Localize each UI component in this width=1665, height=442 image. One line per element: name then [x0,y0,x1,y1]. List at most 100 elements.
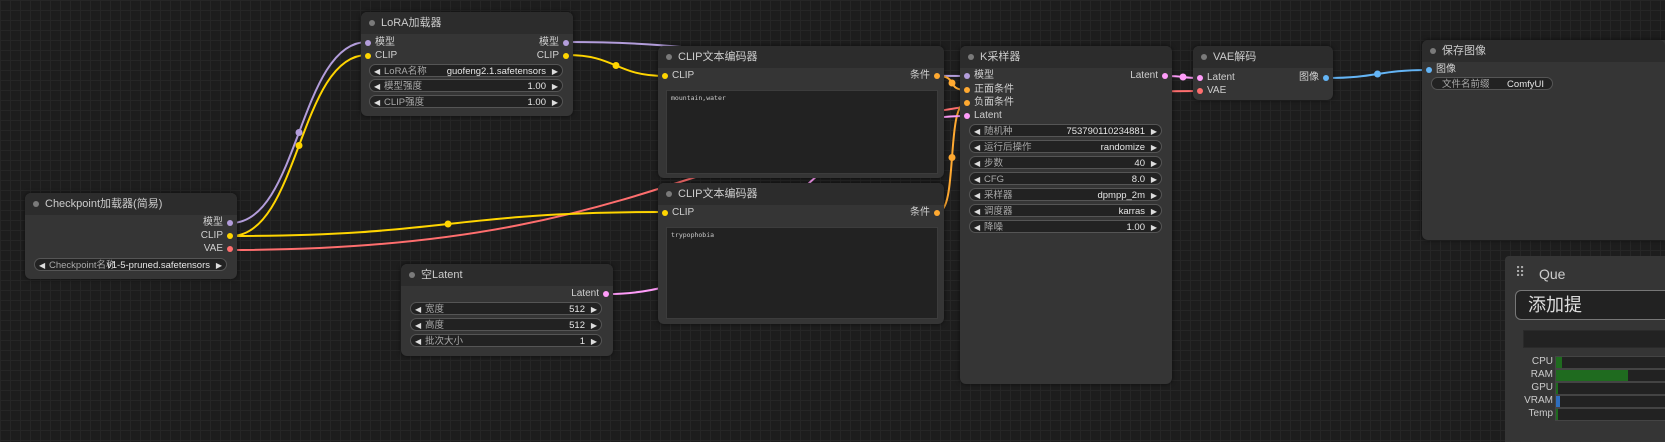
increment-arrow-icon: ▶ [215,261,222,270]
model-slot-dot [964,73,970,79]
increment-arrow-icon: ▶ [590,305,597,314]
decrement-arrow-icon: ◀ [374,67,381,76]
decrement-arrow-icon: ◀ [374,98,381,107]
prompt-textarea[interactable]: mountain,water [666,90,938,174]
ksampler-node[interactable]: K采样器 模型 Latent 正面条件 负面条件 Latent ◀ 随机种 7537… [960,46,1172,384]
add-prompt-button[interactable]: 添加提 [1515,290,1665,320]
clip-strength-widget[interactable]: ◀ CLIP强度 1.00 ▶ [369,95,563,108]
monitor-bar [1555,382,1665,395]
node-collapse-dot[interactable] [33,201,39,207]
seed-widget[interactable]: ◀ 随机种 753790110234881 ▶ [969,124,1162,137]
node-header: Checkpoint加载器(简易) [25,193,237,215]
input-slot-positive[interactable]: 正面条件 [960,83,1014,97]
widget-value: 753790110234881 [1066,126,1145,137]
output-slot-model[interactable]: 模型 [539,36,573,50]
node-collapse-dot[interactable] [1201,54,1207,60]
empty-latent-node[interactable]: 空Latent Latent ◀ 宽度 512 ▶ ◀ 高度 512 ▶ ◀ 批次大小 1 ▶ [401,264,613,356]
queue-field[interactable] [1523,330,1665,348]
widget-label: 宽度 [425,304,445,315]
queue-panel[interactable]: ⠿ Que 添加提 CPU RAM GPU VRAM Temp [1505,256,1665,442]
clip-slot-dot [365,53,371,59]
save-image-node[interactable]: 保存图像 图像 文件名前缀 ComfyUI [1422,40,1665,240]
input-slot-negative[interactable]: 负面条件 [960,96,1014,110]
link-midpoint-handle[interactable] [1374,70,1381,78]
link-midpoint-handle[interactable] [948,154,956,161]
filename-prefix-widget[interactable]: 文件名前缀 ComfyUI [1431,77,1553,90]
node-title: VAE解码 [1213,51,1257,63]
clip-slot-dot [662,210,668,216]
input-slot-clip[interactable]: CLIP [658,69,694,83]
output-slot-vae[interactable]: VAE [204,242,237,256]
lora-loader-node[interactable]: LoRA加载器 模型 模型 CLIP CLIP ◀ LoRA名称 guofeng2.… [361,12,573,116]
widget-label: Checkpoint名称 [49,260,116,271]
output-slot-clip[interactable]: CLIP [537,49,573,63]
widget-value: randomize [1100,142,1145,153]
widget-value: v1-5-pruned.safetensors [107,260,210,271]
clip-text-encoder-negative-node[interactable]: CLIP文本编码器 CLIP 条件 trypophobia [658,183,944,324]
decrement-arrow-icon: ◀ [415,337,422,346]
batch-size-widget[interactable]: ◀ 批次大小 1 ▶ [410,334,602,347]
scheduler-widget[interactable]: ◀ 调度器 karras ▶ [969,204,1162,217]
node-title: LoRA加载器 [381,17,442,29]
output-slot-latent[interactable]: Latent [571,287,613,301]
node-collapse-dot[interactable] [409,272,415,278]
input-slot-image[interactable]: 图像 [1422,63,1456,77]
latent-slot-dot [1197,75,1203,81]
node-collapse-dot[interactable] [666,54,672,60]
widget-label: CLIP强度 [384,97,425,108]
widget-label: LoRA名称 [384,66,427,77]
image-slot-dot [1426,67,1432,73]
output-slot-model[interactable]: 模型 [203,216,237,230]
vae-decode-node[interactable]: VAE解码 Latent 图像 VAE [1193,46,1333,100]
link-midpoint-handle[interactable] [948,79,956,87]
checkpoint-loader-node[interactable]: Checkpoint加载器(简易) 模型 CLIP VAE ◀ Checkpoin… [25,193,237,279]
conditioning-slot-dot [964,87,970,93]
decrement-arrow-icon: ◀ [974,143,981,152]
node-collapse-dot[interactable] [666,191,672,197]
link-midpoint-handle[interactable] [295,129,303,136]
increment-arrow-icon: ▶ [551,67,558,76]
checkpoint-name-widget[interactable]: ◀ Checkpoint名称 v1-5-pruned.safetensors ▶ [34,258,227,271]
node-collapse-dot[interactable] [968,54,974,60]
clip-text-encoder-positive-node[interactable]: CLIP文本编码器 CLIP 条件 mountain,water [658,46,944,178]
input-slot-latent[interactable]: Latent [1193,71,1235,85]
node-collapse-dot[interactable] [1430,48,1436,54]
decrement-arrow-icon: ◀ [974,159,981,168]
sampler-widget[interactable]: ◀ 采样器 dpmpp_2m ▶ [969,188,1162,201]
control-after-generate-widget[interactable]: ◀ 运行后操作 randomize ▶ [969,140,1162,153]
monitor-label: RAM [1530,369,1553,380]
input-slot-clip[interactable]: CLIP [361,49,397,63]
increment-arrow-icon: ▶ [1150,159,1157,168]
input-slot-model[interactable]: 模型 [960,69,994,83]
input-slot-vae[interactable]: VAE [1193,84,1226,98]
prompt-textarea[interactable]: trypophobia [666,227,938,319]
model-strength-widget[interactable]: ◀ 模型强度 1.00 ▶ [369,79,563,92]
link-midpoint-handle[interactable] [295,142,303,149]
cfg-widget[interactable]: ◀ CFG 8.0 ▶ [969,172,1162,185]
widget-value: 1.00 [527,81,547,92]
node-header: 空Latent [401,264,613,286]
conditioning-slot-dot [964,100,970,106]
output-slot-conditioning[interactable]: 条件 [910,206,944,220]
output-slot-clip[interactable]: CLIP [201,229,237,243]
width-widget[interactable]: ◀ 宽度 512 ▶ [410,302,602,315]
input-slot-latent[interactable]: Latent [960,109,1002,123]
decrement-arrow-icon: ◀ [974,191,981,200]
lora-name-widget[interactable]: ◀ LoRA名称 guofeng2.1.safetensors ▶ [369,64,563,77]
output-slot-image[interactable]: 图像 [1299,71,1333,85]
output-slot-latent[interactable]: Latent [1130,69,1172,83]
node-collapse-dot[interactable] [369,20,375,26]
input-slot-clip[interactable]: CLIP [658,206,694,220]
latent-slot-dot [1162,73,1168,79]
link-midpoint-handle[interactable] [444,220,452,228]
model-slot-dot [227,220,233,226]
height-widget[interactable]: ◀ 高度 512 ▶ [410,318,602,331]
node-title: K采样器 [980,51,1021,63]
link-midpoint-handle[interactable] [1179,73,1187,81]
link-midpoint-handle[interactable] [612,62,620,69]
drag-handle-icon[interactable]: ⠿ [1515,264,1525,281]
input-slot-model[interactable]: 模型 [361,36,395,50]
denoise-widget[interactable]: ◀ 降噪 1.00 ▶ [969,220,1162,233]
steps-widget[interactable]: ◀ 步数 40 ▶ [969,156,1162,169]
output-slot-conditioning[interactable]: 条件 [910,69,944,83]
